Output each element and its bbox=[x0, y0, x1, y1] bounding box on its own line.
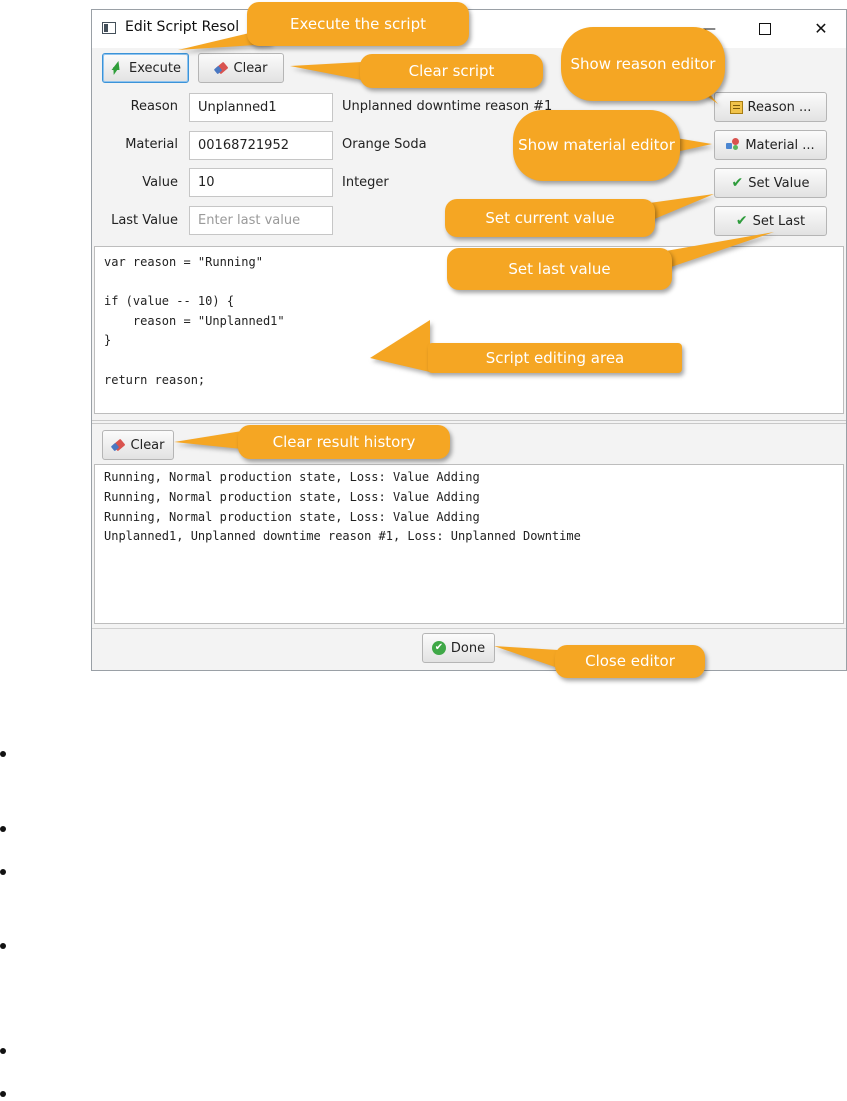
result-line: Running, Normal production state, Loss: … bbox=[104, 489, 480, 504]
list-bullet bbox=[0, 943, 6, 949]
last-value-input[interactable] bbox=[189, 206, 333, 235]
script-line: reason = "Unplanned1" bbox=[104, 313, 285, 328]
callout-clear-script: Clear script bbox=[360, 54, 543, 88]
callout-reason-editor: Show reason editor bbox=[561, 27, 725, 101]
value-label: Value bbox=[142, 175, 178, 190]
maximize-button[interactable] bbox=[753, 18, 777, 40]
callout-set-current: Set current value bbox=[445, 199, 655, 237]
close-button[interactable]: ✕ bbox=[809, 18, 833, 40]
list-bullet bbox=[0, 1091, 6, 1097]
script-line: } bbox=[104, 333, 112, 348]
reason-label: Reason bbox=[130, 99, 178, 114]
callout-script-area: Script editing area bbox=[428, 343, 682, 373]
reason-editor-button[interactable]: Reason ... bbox=[714, 92, 827, 122]
material-editor-label: Material ... bbox=[745, 137, 815, 153]
callout-clear-history: Clear result history bbox=[238, 425, 450, 459]
list-bullet bbox=[0, 869, 6, 875]
set-last-label: Set Last bbox=[752, 213, 806, 229]
splitter[interactable] bbox=[92, 420, 846, 424]
material-icon bbox=[726, 138, 740, 152]
reason-icon bbox=[729, 100, 743, 114]
callout-close-editor: Close editor bbox=[555, 645, 705, 678]
clear-history-label: Clear bbox=[130, 437, 165, 453]
material-editor-button[interactable]: Material ... bbox=[714, 130, 827, 160]
last-value-label: Last Value bbox=[111, 213, 178, 228]
clear-script-button[interactable]: Clear bbox=[198, 53, 284, 83]
eraser-icon bbox=[215, 62, 229, 74]
script-line: return reason; bbox=[104, 372, 206, 387]
reason-editor-label: Reason ... bbox=[747, 99, 812, 115]
callout-material-editor: Show material editor bbox=[513, 110, 680, 181]
set-value-label: Set Value bbox=[748, 175, 810, 191]
set-last-button[interactable]: ✔ Set Last bbox=[714, 206, 827, 236]
eraser-icon bbox=[112, 439, 126, 451]
script-resolver-window: Edit Script Resol — ✕ Execute Clear Reas… bbox=[91, 9, 847, 671]
app-icon bbox=[102, 22, 116, 34]
set-value-button[interactable]: ✔ Set Value bbox=[714, 168, 827, 198]
reason-description: Unplanned downtime reason #1 bbox=[342, 99, 553, 114]
maximize-icon bbox=[759, 23, 771, 35]
list-bullet bbox=[0, 1048, 6, 1054]
script-line: var reason = "Running" bbox=[104, 255, 263, 269]
clear-script-label: Clear bbox=[233, 60, 268, 76]
result-lines: Running, Normal production state, Loss: … bbox=[104, 468, 581, 547]
done-icon: ✔ bbox=[431, 641, 446, 655]
done-label: Done bbox=[450, 640, 486, 656]
check-icon: ✔ bbox=[731, 175, 744, 191]
footer-divider bbox=[92, 628, 846, 629]
result-line: Running, Normal production state, Loss: … bbox=[104, 470, 480, 484]
clear-history-button[interactable]: Clear bbox=[102, 430, 174, 460]
done-button[interactable]: ✔ Done bbox=[422, 633, 495, 663]
material-input[interactable] bbox=[189, 131, 333, 160]
value-input[interactable] bbox=[189, 168, 333, 197]
check-icon: ✔ bbox=[735, 213, 748, 229]
reason-input[interactable] bbox=[189, 93, 333, 122]
result-line: Unplanned1, Unplanned downtime reason #1… bbox=[104, 529, 581, 544]
callout-set-last: Set last value bbox=[447, 248, 672, 290]
execute-label: Execute bbox=[129, 60, 181, 76]
execute-button[interactable]: Execute bbox=[102, 53, 189, 83]
material-label: Material bbox=[125, 137, 178, 152]
script-code[interactable]: var reason = "Running" if (value -- 10) … bbox=[104, 253, 285, 390]
script-line: if (value -- 10) { bbox=[104, 294, 235, 309]
callout-execute: Execute the script bbox=[247, 2, 469, 46]
list-bullet bbox=[0, 751, 6, 757]
result-line: Running, Normal production state, Loss: … bbox=[104, 509, 480, 524]
value-description: Integer bbox=[342, 175, 389, 190]
lightning-icon bbox=[110, 61, 124, 75]
result-history[interactable]: Running, Normal production state, Loss: … bbox=[94, 464, 844, 624]
window-title: Edit Script Resol bbox=[125, 19, 240, 35]
list-bullet bbox=[0, 826, 6, 832]
title-bar: Edit Script Resol — ✕ bbox=[92, 10, 846, 48]
material-description: Orange Soda bbox=[342, 137, 427, 152]
